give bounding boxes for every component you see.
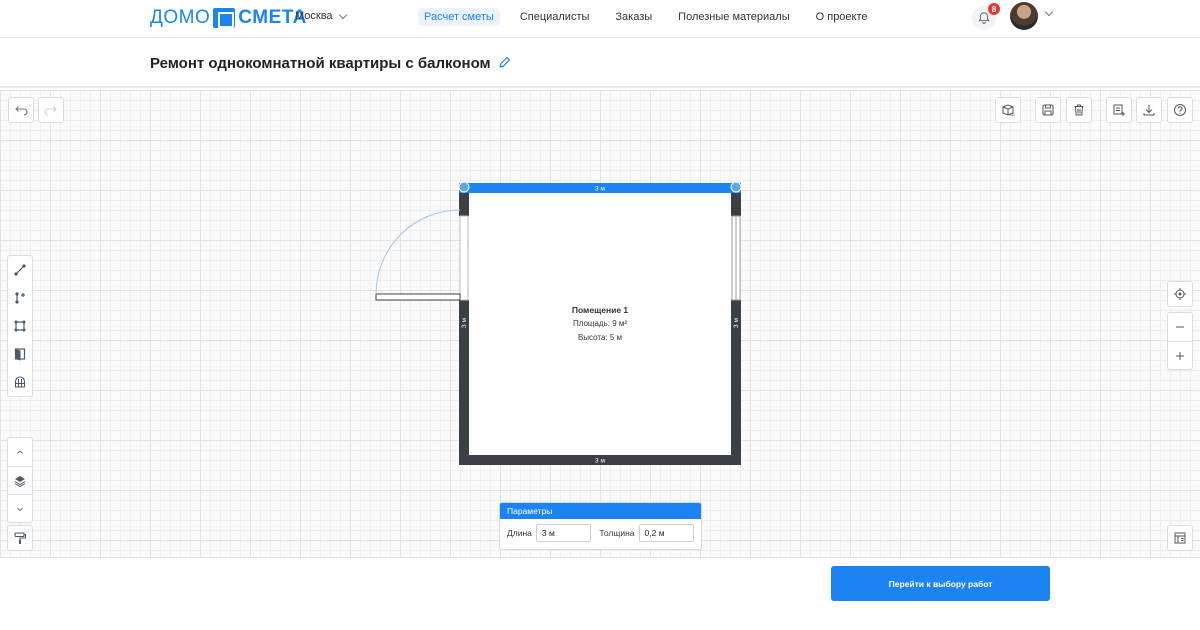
city-label: Москва — [295, 10, 333, 22]
project-title: Ремонт однокомнатной квартиры с балконом — [150, 55, 491, 72]
avatar[interactable] — [1010, 2, 1038, 30]
length-label: Длина — [507, 528, 532, 538]
parameters-title: Параметры — [500, 503, 701, 519]
notifications-badge: 8 — [988, 3, 1000, 15]
bottom-bar: Перейти к выбору работ — [0, 559, 1200, 630]
project-title-bar: Ремонт однокомнатной квартиры с балконом — [0, 38, 1200, 88]
nav-materials[interactable]: Полезные материалы — [672, 8, 795, 26]
door-leaf[interactable] — [375, 293, 461, 301]
length-input[interactable]: 3 м — [535, 524, 592, 542]
thickness-input[interactable]: 0,2 м — [638, 524, 694, 542]
top-header: ДОМО СМЕТА Москва Расчет сметы Специалис… — [0, 0, 1200, 38]
logo-text-domo: ДОМО — [150, 7, 211, 28]
logo[interactable]: ДОМО СМЕТА — [150, 6, 307, 30]
room-info: Помещение 1 Площадь: 9 м² Высота: 5 м — [500, 303, 700, 345]
wall-left-top[interactable] — [459, 192, 469, 216]
wall-handle-end[interactable] — [730, 181, 742, 193]
door-swing-arc — [375, 209, 461, 295]
door-opening[interactable] — [459, 215, 469, 301]
wall-left-length: 3 м — [461, 318, 468, 328]
wall-top-length: 3 м — [595, 186, 605, 193]
main-nav: Расчет сметы Специалисты Заказы Полезные… — [418, 8, 874, 26]
room-area: Площадь: 9 м² — [572, 319, 628, 328]
city-selector[interactable]: Москва — [295, 10, 347, 22]
room-name: Помещение 1 — [571, 305, 629, 315]
wall-bottom-length: 3 м — [595, 458, 605, 465]
nav-about[interactable]: О проекте — [810, 8, 874, 26]
room-height: Высота: 5 м — [577, 333, 623, 342]
nav-estimate[interactable]: Расчет сметы — [418, 8, 500, 26]
wall-right-length: 3 м — [733, 318, 740, 328]
thickness-label: Толщина — [599, 528, 635, 538]
nav-orders[interactable]: Заказы — [609, 8, 658, 26]
go-to-works-button[interactable]: Перейти к выбору работ — [831, 566, 1050, 601]
nav-specialists[interactable]: Специалисты — [514, 8, 596, 26]
wall-parameters-panel: Параметры Длина 3 м Толщина 0,2 м — [499, 502, 702, 550]
pencil-icon[interactable] — [497, 54, 511, 70]
floor-plan-canvas[interactable]: 3D 3 м 3 м 3 м 3 м Помещение 1 Площадь: … — [0, 90, 1200, 558]
chevron-down-icon[interactable] — [1044, 7, 1054, 17]
logo-mark-icon — [213, 8, 236, 28]
wall-right-top[interactable] — [731, 192, 741, 216]
chevron-down-icon — [338, 10, 347, 19]
wall-handle-start[interactable] — [458, 181, 470, 193]
